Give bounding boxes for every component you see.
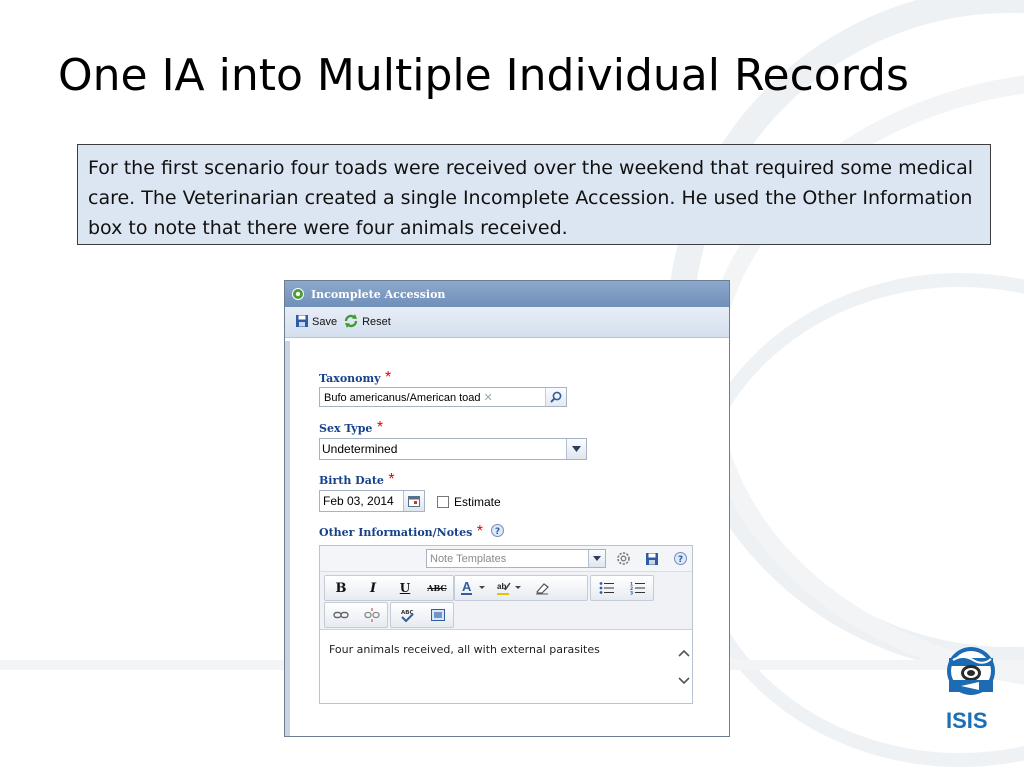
remove-tag-icon[interactable]: ✕ (484, 392, 493, 404)
svg-text:A: A (462, 580, 472, 594)
notes-editor: Note Templates ? B I U ABC A ab 1 2 3 AB… (319, 545, 693, 704)
chevron-down-icon[interactable] (677, 672, 690, 690)
dialog-title: Incomplete Accession (311, 287, 446, 301)
bullet-list-icon[interactable] (591, 577, 622, 599)
link-group (324, 602, 388, 628)
required-marker: * (476, 523, 484, 540)
required-marker: * (388, 471, 395, 488)
birth-date-label: Birth Date * (319, 471, 395, 489)
notes-text-area[interactable]: Four animals received, all with external… (320, 630, 676, 703)
estimate-checkbox[interactable] (437, 496, 449, 508)
estimate-label: Estimate (454, 495, 501, 509)
dialog-toolbar: Save Reset (285, 307, 729, 338)
source-icon[interactable] (422, 604, 453, 626)
bold-button[interactable]: B (325, 577, 357, 599)
spellcheck-icon[interactable]: ABC (391, 604, 422, 626)
unlink-icon[interactable] (356, 604, 387, 626)
estimate-checkbox-group[interactable]: Estimate (437, 495, 501, 509)
taxonomy-value: Bufo americanus/American toad (324, 391, 481, 404)
font-color-icon[interactable]: A (455, 577, 491, 599)
other-info-label-text: Other Information/Notes (319, 526, 473, 539)
sex-type-value: Undetermined (322, 442, 398, 456)
description-box: For the first scenario four toads were r… (77, 144, 991, 245)
tools-group: ABC (390, 602, 454, 628)
taxonomy-field[interactable]: Bufo americanus/American toad ✕ (319, 387, 567, 407)
gear-icon (291, 287, 305, 301)
birth-date-label-text: Birth Date (319, 474, 384, 487)
taxonomy-label: Taxonomy * (319, 369, 391, 387)
save-label: Save (312, 316, 338, 328)
taxonomy-tag: Bufo americanus/American toad ✕ (320, 391, 497, 404)
reset-icon (343, 313, 362, 332)
other-info-label: Other Information/Notes * ? (319, 523, 505, 541)
help-icon[interactable]: ? (491, 524, 505, 537)
numbered-list-icon[interactable]: 123 (622, 577, 653, 599)
eraser-icon[interactable] (527, 577, 557, 599)
search-icon[interactable] (545, 388, 566, 406)
required-marker: * (376, 419, 384, 436)
highlight-icon[interactable]: ab (491, 577, 527, 599)
chevron-down-icon[interactable] (588, 550, 605, 567)
italic-button[interactable]: I (357, 577, 389, 599)
editor-top-bar: Note Templates ? (320, 546, 692, 572)
chevron-up-icon[interactable] (677, 644, 690, 662)
reset-button[interactable]: Reset (343, 313, 391, 332)
dialog-left-strip (285, 341, 290, 736)
save-button[interactable]: Save (295, 314, 337, 331)
format-toolbar: B I U ABC A ab 1 2 3 ABC (320, 572, 692, 630)
sex-type-select[interactable]: Undetermined (319, 438, 587, 460)
required-marker: * (384, 369, 392, 386)
slide-title: One IA into Multiple Individual Records (58, 50, 909, 101)
sex-type-label: Sex Type * (319, 419, 383, 437)
sex-type-label-text: Sex Type (319, 422, 373, 435)
isis-logo-text: ISIS (946, 708, 988, 733)
save-icon[interactable] (643, 550, 661, 567)
taxonomy-label-text: Taxonomy (319, 372, 381, 385)
underline-button[interactable]: U (389, 577, 421, 599)
svg-text:3: 3 (630, 591, 633, 596)
note-templates-placeholder: Note Templates (430, 552, 507, 565)
settings-icon[interactable] (614, 550, 632, 567)
list-group: 123 (590, 575, 654, 601)
dialog-title-bar: Incomplete Accession (285, 281, 729, 307)
svg-text:?: ? (677, 555, 682, 565)
help-icon[interactable]: ? (671, 550, 689, 567)
calendar-icon[interactable] (403, 491, 424, 511)
notes-scrollbar[interactable] (675, 630, 692, 703)
color-group: A ab (454, 575, 588, 601)
birth-date-value: Feb 03, 2014 (323, 494, 394, 508)
incomplete-accession-dialog: Incomplete Accession Save Reset Taxonomy… (284, 280, 730, 737)
note-templates-select[interactable]: Note Templates (426, 549, 606, 568)
reset-label: Reset (362, 316, 391, 328)
birth-date-field[interactable]: Feb 03, 2014 (319, 490, 425, 512)
strikethrough-button[interactable]: ABC (421, 577, 453, 599)
svg-text:?: ? (495, 527, 500, 537)
chevron-down-icon[interactable] (566, 439, 586, 459)
link-icon[interactable] (325, 604, 356, 626)
text-style-group: B I U ABC (324, 575, 454, 601)
save-icon (295, 314, 312, 331)
